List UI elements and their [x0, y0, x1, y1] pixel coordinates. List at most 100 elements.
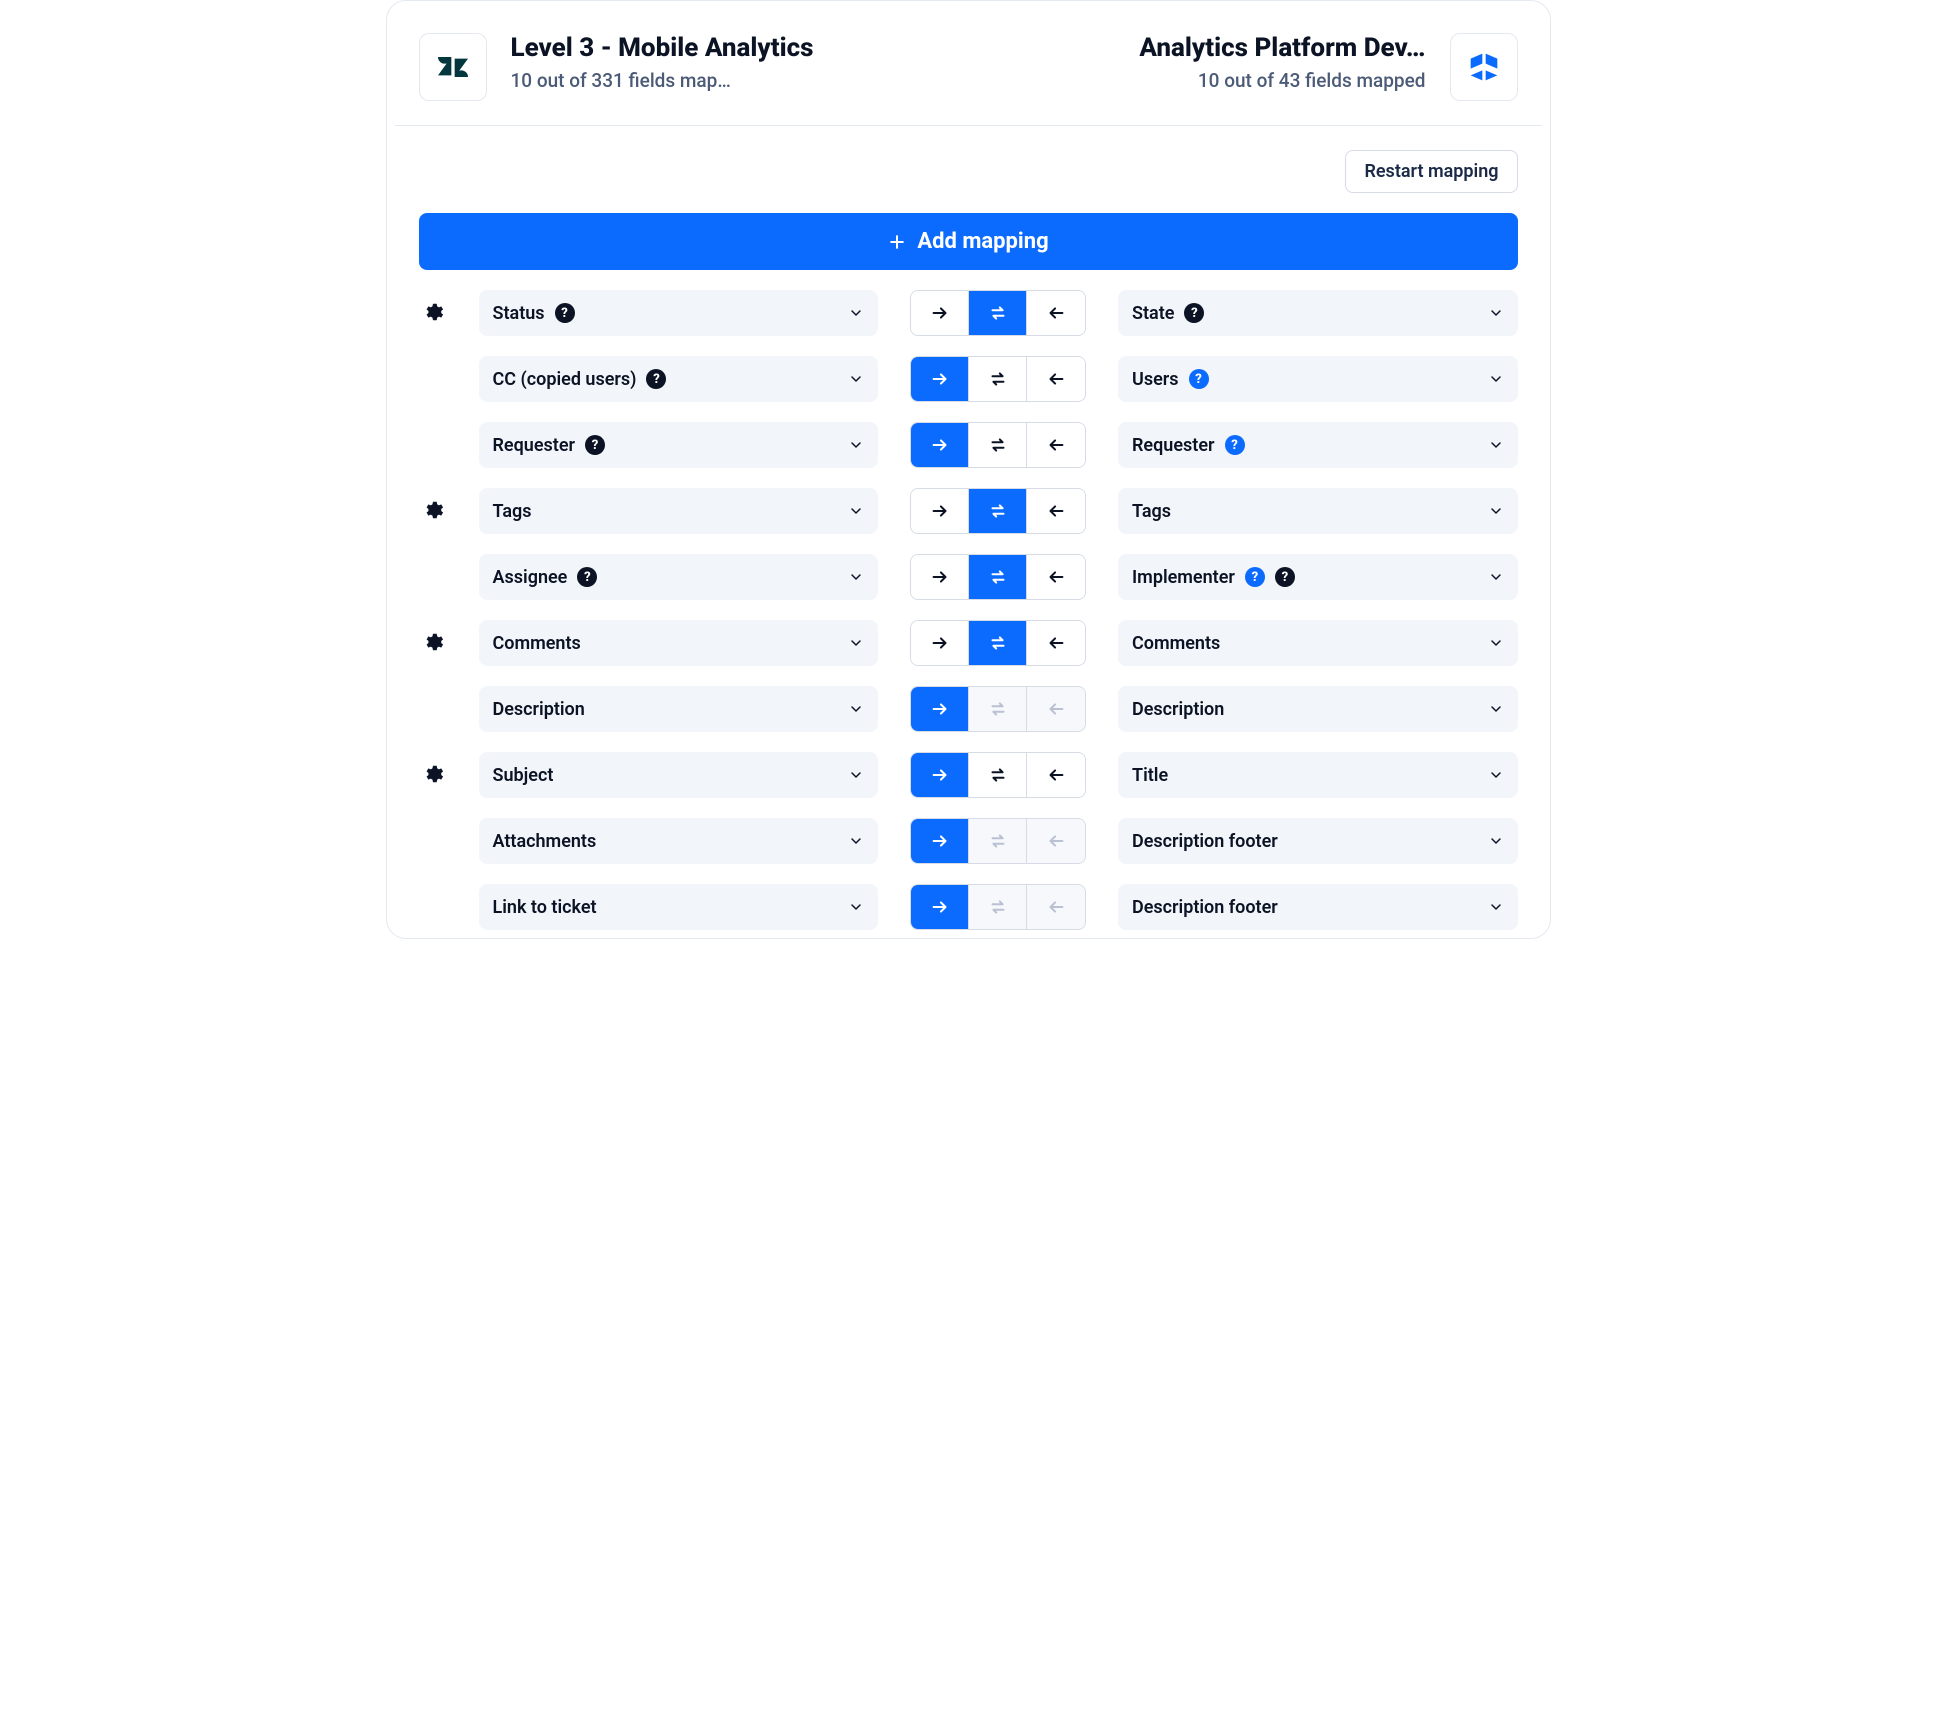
left-field-select[interactable]: Description	[479, 686, 879, 732]
arrow-left-icon	[1045, 500, 1067, 522]
zendesk-icon	[433, 47, 473, 87]
chevron-down-icon	[1488, 569, 1504, 585]
direction-right-button[interactable]	[911, 489, 969, 533]
mapping-row: Tags Tags	[419, 488, 1518, 534]
direction-both-button	[969, 819, 1027, 863]
field-label: Users	[1132, 369, 1179, 390]
left-field-select[interactable]: CC (copied users)?	[479, 356, 879, 402]
direction-right-button[interactable]	[911, 819, 969, 863]
target-meta: Analytics Platform Dev… 10 out of 43 fie…	[1139, 33, 1425, 92]
left-field-select[interactable]: Tags	[479, 488, 879, 534]
direction-right-button[interactable]	[911, 423, 969, 467]
row-settings-button[interactable]	[422, 499, 444, 524]
direction-both-button[interactable]	[969, 489, 1027, 533]
right-field-select[interactable]: Users?	[1118, 356, 1518, 402]
info-badge[interactable]: ?	[1225, 435, 1245, 455]
arrow-left-icon	[1045, 830, 1067, 852]
left-field-select[interactable]: Assignee?	[479, 554, 879, 600]
right-field-select[interactable]: Requester?	[1118, 422, 1518, 468]
right-field-select[interactable]: Implementer??	[1118, 554, 1518, 600]
restart-mapping-button[interactable]: Restart mapping	[1345, 150, 1517, 193]
field-label: Description	[1132, 699, 1224, 720]
info-badge[interactable]: ?	[555, 303, 575, 323]
right-field-select[interactable]: Tags	[1118, 488, 1518, 534]
info-badge[interactable]: ?	[1184, 303, 1204, 323]
direction-both-button[interactable]	[969, 555, 1027, 599]
field-label: Title	[1132, 765, 1168, 786]
field-label: Requester	[493, 435, 576, 456]
direction-right-button[interactable]	[911, 885, 969, 929]
chevron-down-icon	[848, 635, 864, 651]
direction-left-button[interactable]	[1027, 489, 1085, 533]
right-field-select[interactable]: Description	[1118, 686, 1518, 732]
direction-toggle	[910, 488, 1086, 534]
header: Level 3 - Mobile Analytics 10 out of 331…	[387, 1, 1550, 125]
arrow-left-icon	[1045, 434, 1067, 456]
header-right: Analytics Platform Dev… 10 out of 43 fie…	[1139, 33, 1517, 101]
target-subtitle: 10 out of 43 fields mapped	[1198, 69, 1426, 92]
direction-left-button[interactable]	[1027, 621, 1085, 665]
info-badge[interactable]: ?	[646, 369, 666, 389]
left-field-select[interactable]: Attachments	[479, 818, 879, 864]
left-field-select[interactable]: Link to ticket	[479, 884, 879, 930]
mapping-row: Attachments Description footer	[419, 818, 1518, 864]
direction-left-button[interactable]	[1027, 555, 1085, 599]
left-field-select[interactable]: Status?	[479, 290, 879, 336]
arrows-both-icon	[987, 896, 1009, 918]
direction-toggle	[910, 290, 1086, 336]
info-badge[interactable]: ?	[585, 435, 605, 455]
row-settings-button[interactable]	[422, 631, 444, 656]
chevron-down-icon	[848, 833, 864, 849]
direction-right-button[interactable]	[911, 291, 969, 335]
mapping-row: Requester?Requester?	[419, 422, 1518, 468]
mapping-row: CC (copied users)? Users?	[419, 356, 1518, 402]
mapping-row: Status?State?	[419, 290, 1518, 336]
info-badge[interactable]: ?	[1275, 567, 1295, 587]
direction-toggle	[910, 752, 1086, 798]
row-settings-slot	[419, 499, 447, 524]
row-settings-button[interactable]	[422, 763, 444, 788]
direction-both-button[interactable]	[969, 423, 1027, 467]
right-field-select[interactable]: Description footer	[1118, 884, 1518, 930]
direction-left-button[interactable]	[1027, 753, 1085, 797]
arrows-both-icon	[987, 566, 1009, 588]
direction-left-button[interactable]	[1027, 423, 1085, 467]
field-label: Status	[493, 303, 545, 324]
target-app-icon	[1450, 33, 1518, 101]
direction-toggle	[910, 686, 1086, 732]
add-mapping-row: Add mapping	[387, 193, 1550, 290]
field-label: Description footer	[1132, 897, 1278, 918]
info-badge[interactable]: ?	[577, 567, 597, 587]
mapping-row: Description Description	[419, 686, 1518, 732]
chevron-down-icon	[848, 503, 864, 519]
direction-both-button[interactable]	[969, 291, 1027, 335]
info-badge[interactable]: ?	[1189, 369, 1209, 389]
info-badge[interactable]: ?	[1245, 567, 1265, 587]
arrows-both-icon	[987, 302, 1009, 324]
row-settings-button[interactable]	[422, 301, 444, 326]
chevron-down-icon	[1488, 305, 1504, 321]
direction-left-button[interactable]	[1027, 291, 1085, 335]
direction-right-button[interactable]	[911, 555, 969, 599]
direction-right-button[interactable]	[911, 357, 969, 401]
direction-both-button[interactable]	[969, 753, 1027, 797]
direction-both-button[interactable]	[969, 357, 1027, 401]
right-field-select[interactable]: Description footer	[1118, 818, 1518, 864]
arrow-right-icon	[929, 698, 951, 720]
direction-both-button[interactable]	[969, 621, 1027, 665]
direction-right-button[interactable]	[911, 753, 969, 797]
direction-right-button[interactable]	[911, 621, 969, 665]
direction-right-button[interactable]	[911, 687, 969, 731]
direction-both-button	[969, 687, 1027, 731]
gear-icon	[422, 763, 444, 785]
left-field-select[interactable]: Subject	[479, 752, 879, 798]
right-field-select[interactable]: Title	[1118, 752, 1518, 798]
right-field-select[interactable]: State?	[1118, 290, 1518, 336]
left-field-select[interactable]: Requester?	[479, 422, 879, 468]
mapping-panel: Level 3 - Mobile Analytics 10 out of 331…	[386, 0, 1551, 939]
toolbar: Restart mapping	[387, 126, 1550, 193]
left-field-select[interactable]: Comments	[479, 620, 879, 666]
direction-left-button[interactable]	[1027, 357, 1085, 401]
right-field-select[interactable]: Comments	[1118, 620, 1518, 666]
add-mapping-button[interactable]: Add mapping	[419, 213, 1518, 270]
